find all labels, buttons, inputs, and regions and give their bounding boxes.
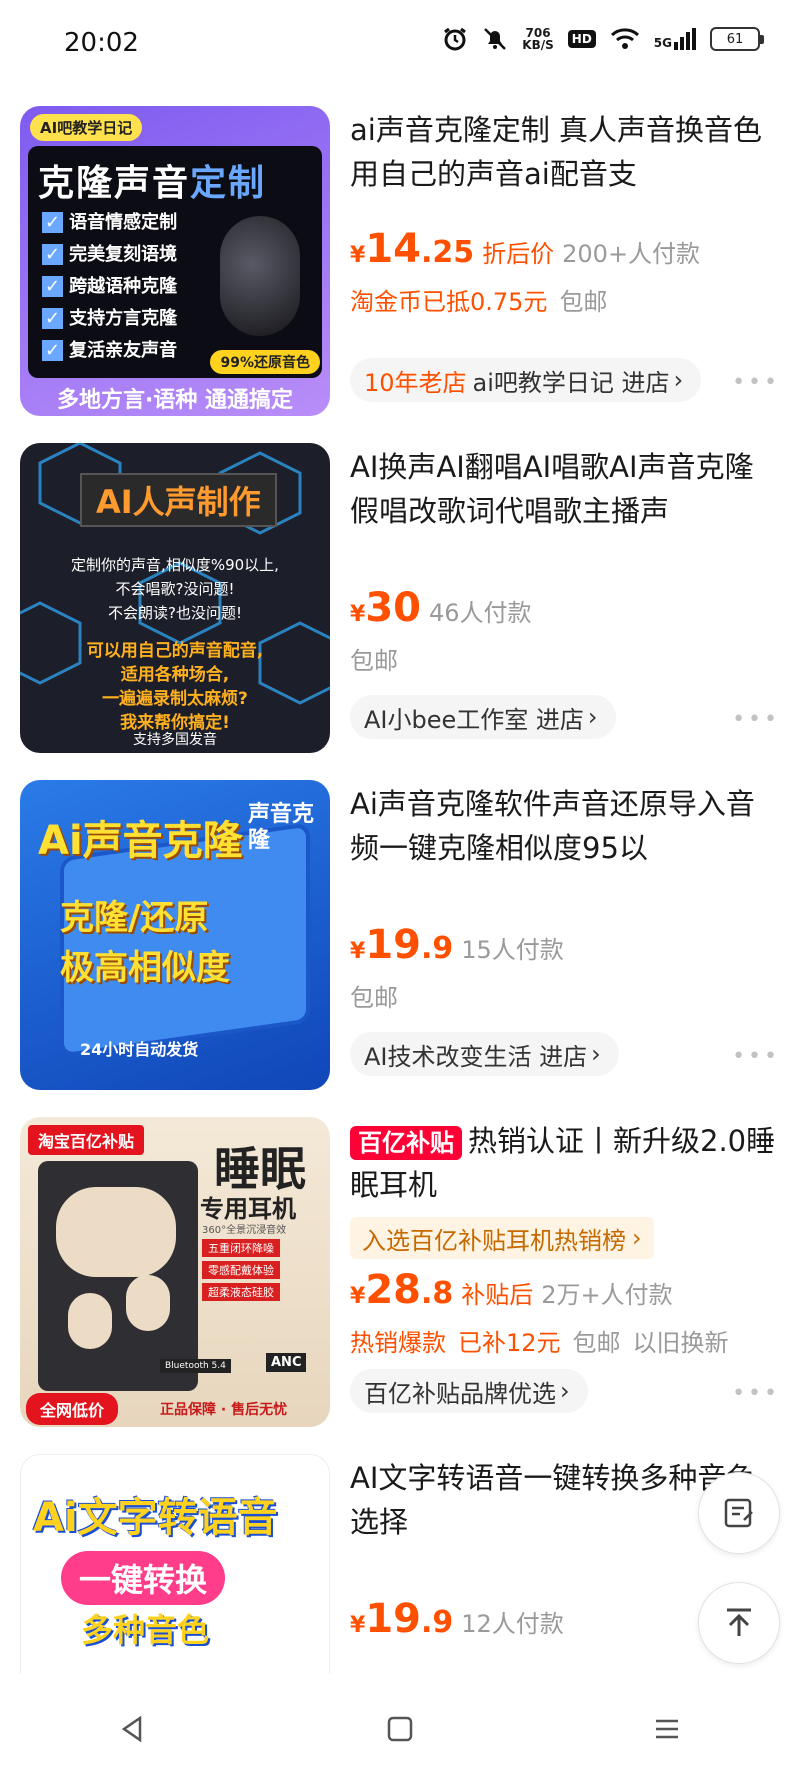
price-label: 补贴后 — [461, 1281, 534, 1309]
net-speed: 706 KB/S — [522, 26, 554, 52]
edit-note-button[interactable] — [698, 1472, 780, 1554]
home-button[interactable] — [370, 1699, 430, 1759]
more-icon[interactable]: ••• — [732, 1044, 780, 1069]
list-item[interactable]: Ai文字转语音 一键转换 多种音色 AI文字转语音一键转换多种音色选择 ¥19.… — [0, 1444, 800, 1674]
back-triangle-icon — [122, 1715, 142, 1742]
menu-button[interactable] — [637, 1699, 697, 1759]
thumb-stamp: 99%还原音色 — [210, 350, 320, 374]
store-link[interactable]: AI技术改变生活 进店 › — [350, 1032, 619, 1076]
thumb-tag: 淘宝百亿补贴 — [28, 1125, 145, 1155]
thumb-footer: 多地方言·语种 通通搞定 — [56, 388, 294, 413]
price: ¥14.25 — [350, 226, 475, 272]
price-row: ¥19.9 15人付款 — [350, 922, 780, 968]
edit-note-icon — [724, 1498, 753, 1528]
list-item[interactable]: AI吧教学日记 克隆声音定制 ✓ 语音情感定制 ✓ 完美复刻语境 ✓ 跨越语种克隆 ✓… — [0, 96, 800, 433]
product-thumbnail[interactable]: 声音克隆 Ai声音克隆 克隆/还原 极高相似度 24小时自动发货 — [20, 780, 330, 1090]
thumb-side: 声音克隆 — [248, 802, 315, 853]
thumb-tag: AI吧教学日记 — [30, 114, 143, 141]
paid-count: 46人付款 — [428, 599, 532, 627]
chevron-right-icon: › — [673, 366, 684, 394]
promo-row: 淘金币已抵0.75元 包邮 — [350, 288, 608, 316]
status-bar: 20:02 706 KB/S HD 5G 61 — [0, 0, 800, 90]
thumb-footer: 24小时自动发货 — [80, 1040, 199, 1059]
store-link[interactable]: 10年老店 ai吧教学日记 进店 › — [350, 358, 702, 402]
price: ¥19.9 — [350, 1596, 454, 1642]
rank-link[interactable]: 入选百亿补贴耳机热销榜 › — [350, 1217, 654, 1259]
store-age-badge: 10年老店 — [364, 368, 467, 397]
price: ¥19.9 — [350, 922, 454, 968]
promo-row: 热销爆款 已补12元 包邮 以旧换新 — [350, 1329, 729, 1357]
price: ¥28.8 — [350, 1267, 454, 1313]
product-title[interactable]: ai声音克隆定制 真人声音换音色 用自己的声音ai配音支 — [350, 108, 780, 196]
home-square-icon — [387, 1716, 413, 1741]
product-title[interactable]: Ai声音克隆软件声音还原导入音频一键克隆相似度95以 — [350, 782, 780, 870]
paid-count: 2万+人付款 — [541, 1281, 673, 1309]
thumb-bullets: ✓ 语音情感定制 ✓ 完美复刻语境 ✓ 跨越语种克隆 ✓ 支持方言克隆 ✓ 复活亲友声音 — [42, 208, 177, 362]
more-icon[interactable]: ••• — [732, 1381, 780, 1406]
product-thumbnail[interactable]: AI吧教学日记 克隆声音定制 ✓ 语音情感定制 ✓ 完美复刻语境 ✓ 跨越语种克隆 ✓… — [20, 106, 330, 416]
menu-icon — [655, 1719, 678, 1738]
wifi-icon — [610, 28, 639, 49]
more-icon[interactable]: ••• — [732, 707, 780, 732]
hd-icon: HD — [567, 30, 596, 48]
store-link[interactable]: 百亿补贴品牌优选 › — [350, 1369, 588, 1413]
more-icon[interactable]: ••• — [732, 370, 780, 395]
portrait-image — [220, 216, 300, 336]
list-item[interactable]: AI人声制作 定制你的声音,相似度%90以上, 不会唱歌?没问题! 不会朗读?也… — [0, 433, 800, 770]
chevron-right-icon: › — [560, 1377, 570, 1405]
back-button[interactable] — [103, 1699, 163, 1759]
thumb-headline: 克隆声音定制 — [38, 163, 267, 204]
price-row: ¥30 46人付款 — [350, 585, 780, 631]
product-thumbnail[interactable]: Ai文字转语音 一键转换 多种音色 — [20, 1454, 330, 1674]
list-item[interactable]: 淘宝百亿补贴 睡眠 专用耳机 360°全景沉浸音效 五重闭环降噪 零感配戴体验 … — [0, 1107, 800, 1444]
system-nav-bar — [0, 1680, 800, 1777]
price-label: 折后价 — [482, 240, 555, 268]
subsidy-badge: 百亿补贴 — [350, 1126, 462, 1160]
paid-count: 15人付款 — [461, 936, 564, 964]
chevron-right-icon: › — [632, 1224, 642, 1252]
list-item[interactable]: 声音克隆 Ai声音克隆 克隆/还原 极高相似度 24小时自动发货 Ai声音克隆软… — [0, 770, 800, 1107]
product-title[interactable]: AI换声AI翻唱AI唱歌AI声音克隆假唱改歌词代唱歌主播声 — [350, 445, 780, 533]
alarm-icon — [444, 27, 467, 51]
battery-icon: 61 — [710, 27, 764, 51]
product-thumbnail[interactable]: AI人声制作 定制你的声音,相似度%90以上, 不会唱歌?没问题! 不会朗读?也… — [20, 443, 330, 753]
chevron-right-icon: › — [587, 703, 598, 731]
paid-count: 200+人付款 — [562, 240, 701, 268]
promo-row: 包邮 — [350, 647, 398, 675]
chevron-right-icon: › — [591, 1040, 601, 1068]
promo-row: 包邮 — [350, 984, 398, 1012]
thumb-headline: Ai声音克隆 — [38, 818, 243, 864]
mute-bell-icon — [484, 28, 507, 50]
price: ¥30 — [350, 585, 421, 631]
status-time: 20:02 — [64, 28, 139, 58]
arrow-up-icon — [727, 1608, 751, 1636]
thumb-headline: Ai文字转语音 — [33, 1495, 278, 1541]
price-row: ¥14.25 折后价 200+人付款 — [350, 226, 780, 272]
paid-count: 12人付款 — [461, 1610, 564, 1638]
thumb-footer: 支持多国发音 — [133, 732, 217, 748]
store-link[interactable]: AI小bee工作室 进店 › — [350, 695, 616, 739]
product-thumbnail[interactable]: 淘宝百亿补贴 睡眠 专用耳机 360°全景沉浸音效 五重闭环降噪 零感配戴体验 … — [20, 1117, 330, 1427]
price-row: ¥28.8 补贴后 2万+人付款 — [350, 1267, 780, 1313]
status-icons: 706 KB/S HD 5G 61 — [442, 26, 764, 52]
product-list: AI吧教学日记 克隆声音定制 ✓ 语音情感定制 ✓ 完美复刻语境 ✓ 跨越语种克隆 ✓… — [0, 96, 800, 1674]
thumb-headline: AI人声制作 — [80, 473, 277, 527]
signal-icon: 5G — [654, 28, 696, 50]
product-title[interactable]: 百亿补贴 热销认证丨新升级2.0睡眠耳机 — [350, 1119, 780, 1207]
back-to-top-button[interactable] — [698, 1582, 780, 1664]
